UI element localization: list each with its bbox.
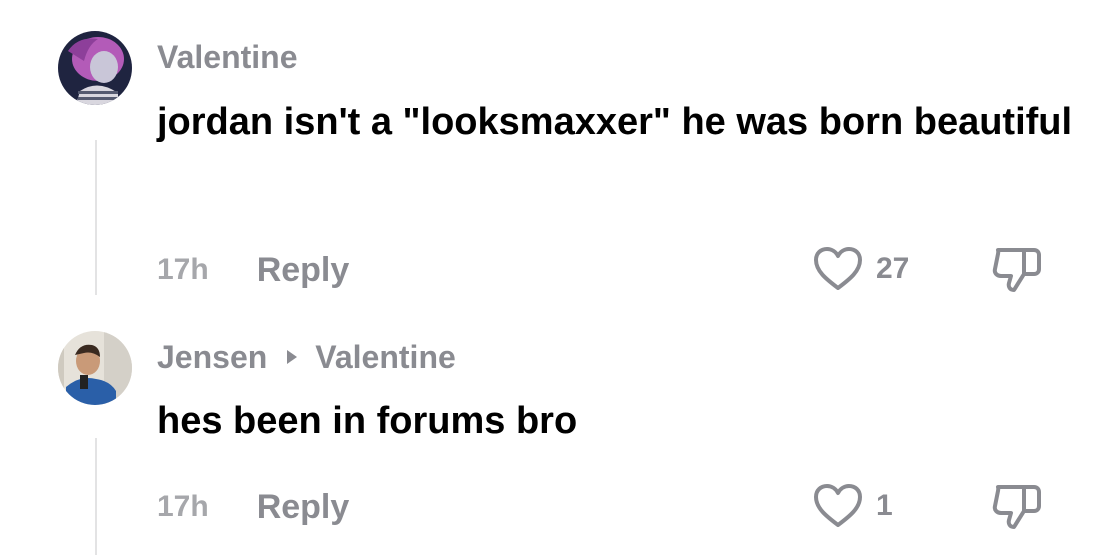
comment-text: hes been in forums bro [157,400,578,442]
comment-meta: 17h Reply [157,485,349,529]
avatar[interactable] [58,331,132,405]
thread-line [95,438,97,555]
dislike-button[interactable] [990,481,1044,536]
like-count: 1 [876,489,893,522]
dislike-button[interactable] [990,244,1044,299]
like-count: 27 [876,252,910,285]
like-button[interactable]: 1 [812,483,893,529]
comment-item: Jensen Valentine hes been in forums bro … [0,300,1097,555]
like-button[interactable]: 27 [812,246,909,292]
reply-button[interactable]: Reply [257,488,350,527]
username[interactable]: Valentine [157,39,298,76]
avatar[interactable] [58,31,132,105]
thumbs-down-outline-icon [992,248,1041,292]
comment-meta: 17h Reply [157,248,349,292]
thread-line [95,140,97,295]
reply-button[interactable]: Reply [257,251,350,290]
comment-text: jordan isn't a "looksmaxxer" he was born… [157,101,1073,143]
thumbs-down-outline-icon [992,485,1041,529]
timestamp: 17h [157,490,209,523]
comment-header: Jensen Valentine [157,337,456,377]
reply-to-username[interactable]: Valentine [315,339,456,376]
username[interactable]: Jensen [157,339,267,376]
comment-item: Valentine jordan isn't a "looksmaxxer" h… [0,0,1097,300]
heart-outline-icon [814,484,862,527]
heart-outline-icon [814,247,862,290]
comment-header: Valentine [157,37,298,77]
timestamp: 17h [157,253,209,286]
triangle-right-icon [287,350,298,364]
